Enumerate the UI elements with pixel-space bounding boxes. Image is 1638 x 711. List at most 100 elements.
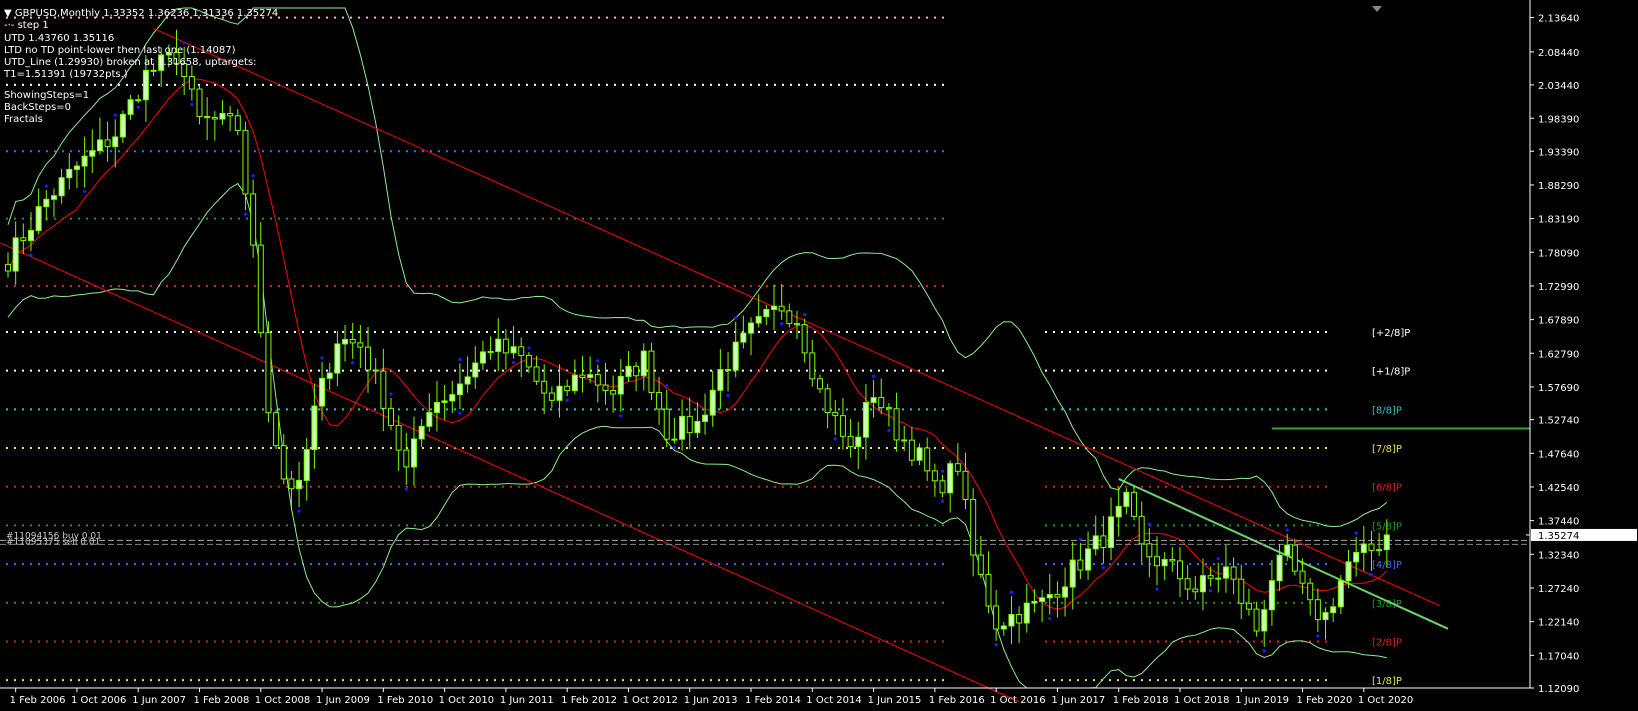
candle-body: [296, 479, 303, 490]
candle-body: [334, 343, 341, 374]
candle-body: [671, 438, 678, 441]
price-tick-label: 1.47640: [1538, 449, 1579, 460]
price-tick-label: 2.03440: [1538, 81, 1579, 92]
candle-body: [35, 206, 42, 232]
candle-body: [931, 470, 938, 482]
candle-body: [1230, 566, 1237, 580]
candle-body: [1345, 561, 1352, 582]
candle-body: [962, 470, 969, 501]
fractal-marker: [726, 393, 730, 398]
candle-body: [357, 342, 364, 348]
candle-body: [1161, 559, 1168, 567]
candle-body: [556, 385, 563, 401]
candle-body: [395, 424, 402, 451]
candle-body: [50, 195, 57, 200]
candle-body: [778, 305, 785, 312]
candle-body: [870, 397, 877, 403]
candle-body: [1184, 578, 1191, 590]
candle-body: [349, 338, 356, 344]
candle-body: [694, 420, 701, 434]
price-tick-label: 1.78090: [1538, 248, 1579, 259]
price-tick-label: 1.12090: [1538, 684, 1579, 695]
candle-body: [901, 439, 908, 442]
candle-body: [502, 338, 509, 354]
candle-body: [763, 308, 770, 318]
candle-body: [510, 346, 517, 354]
fractal-marker: [596, 359, 600, 363]
candle-body: [617, 375, 624, 395]
candle-body: [648, 350, 655, 393]
fractal-marker: [672, 445, 677, 450]
candle-body: [1215, 577, 1222, 580]
time-tick-label: 1 Feb 2018: [1113, 695, 1169, 706]
fractal-marker: [44, 184, 48, 188]
price-tick-label: 1.62790: [1538, 349, 1579, 360]
candle-body: [1307, 582, 1314, 601]
time-tick-label: 1 Oct 2018: [1174, 695, 1229, 706]
candle-body: [1353, 551, 1360, 563]
candle-body: [5, 263, 11, 272]
fractal-marker: [320, 356, 324, 360]
fractal-marker: [619, 414, 623, 418]
fractal-marker: [833, 437, 837, 441]
murray-level-label: [2/8]P: [1372, 637, 1402, 648]
fractal-marker: [351, 361, 355, 365]
candle-body: [495, 338, 502, 352]
collapse-triangle-icon[interactable]: ▼: [4, 8, 15, 19]
fractal-marker: [251, 174, 255, 178]
indicator-line: LTD no TD point-lower then last one (1.1…: [4, 44, 236, 56]
candle-body: [20, 237, 27, 242]
indicator-line: UTD 1.43760 1.35116: [4, 32, 115, 44]
candle-body: [793, 323, 800, 326]
candle-body: [625, 365, 632, 377]
candle-body: [1100, 535, 1107, 548]
candle-body: [977, 554, 984, 575]
candle-body: [1054, 594, 1061, 598]
candle-body: [970, 499, 977, 556]
time-tick-label: 1 Feb 2014: [745, 695, 801, 706]
candle-body: [732, 341, 739, 371]
fractal-marker: [1316, 634, 1320, 638]
time-tick-label: 1 Oct 2014: [806, 695, 861, 706]
candle-body: [709, 389, 716, 416]
candle-body: [725, 369, 732, 372]
fractal-marker: [665, 384, 669, 388]
candle-body: [1176, 560, 1183, 580]
candle-body: [548, 392, 555, 401]
candle-body: [939, 480, 946, 494]
candle-body: [771, 305, 777, 310]
candle-body: [878, 397, 885, 409]
candle-body: [1284, 544, 1291, 556]
candle-body: [1299, 570, 1306, 584]
candle-body: [342, 338, 349, 345]
fractal-marker: [803, 312, 807, 317]
symbol-label: GBPUSD,Monthly: [14, 8, 101, 19]
candle-body: [403, 449, 410, 468]
candle-body: [571, 374, 578, 392]
candle-body: [740, 332, 747, 343]
time-tick-label: 1 Jun 2019: [1235, 695, 1289, 706]
candle-body: [81, 155, 88, 167]
time-tick-label: 1 Feb 2012: [561, 695, 617, 706]
candle-body: [1008, 613, 1015, 627]
price-tick-label: 2.08440: [1538, 48, 1579, 59]
candle-body: [280, 445, 287, 480]
candle-body: [1322, 612, 1329, 621]
candle-body: [1000, 625, 1007, 630]
murray-level-label: [1/8]P: [1372, 676, 1402, 687]
candle-body: [1023, 602, 1030, 624]
time-tick-label: 1 Oct 2012: [622, 695, 677, 706]
price-tick-label: 1.57690: [1538, 383, 1579, 394]
candle-body: [1276, 554, 1283, 582]
fractal-marker: [734, 316, 738, 320]
murray-level-label: [8/8]P: [1372, 405, 1402, 416]
candle-body: [862, 401, 869, 438]
fractal-marker: [243, 212, 248, 216]
fractal-marker: [780, 322, 784, 326]
candle-body: [587, 374, 594, 378]
candle-body: [372, 369, 379, 372]
fractal-marker: [404, 487, 408, 491]
candle-body: [1192, 588, 1199, 593]
candle-body: [839, 415, 846, 437]
candle-body: [924, 447, 931, 472]
